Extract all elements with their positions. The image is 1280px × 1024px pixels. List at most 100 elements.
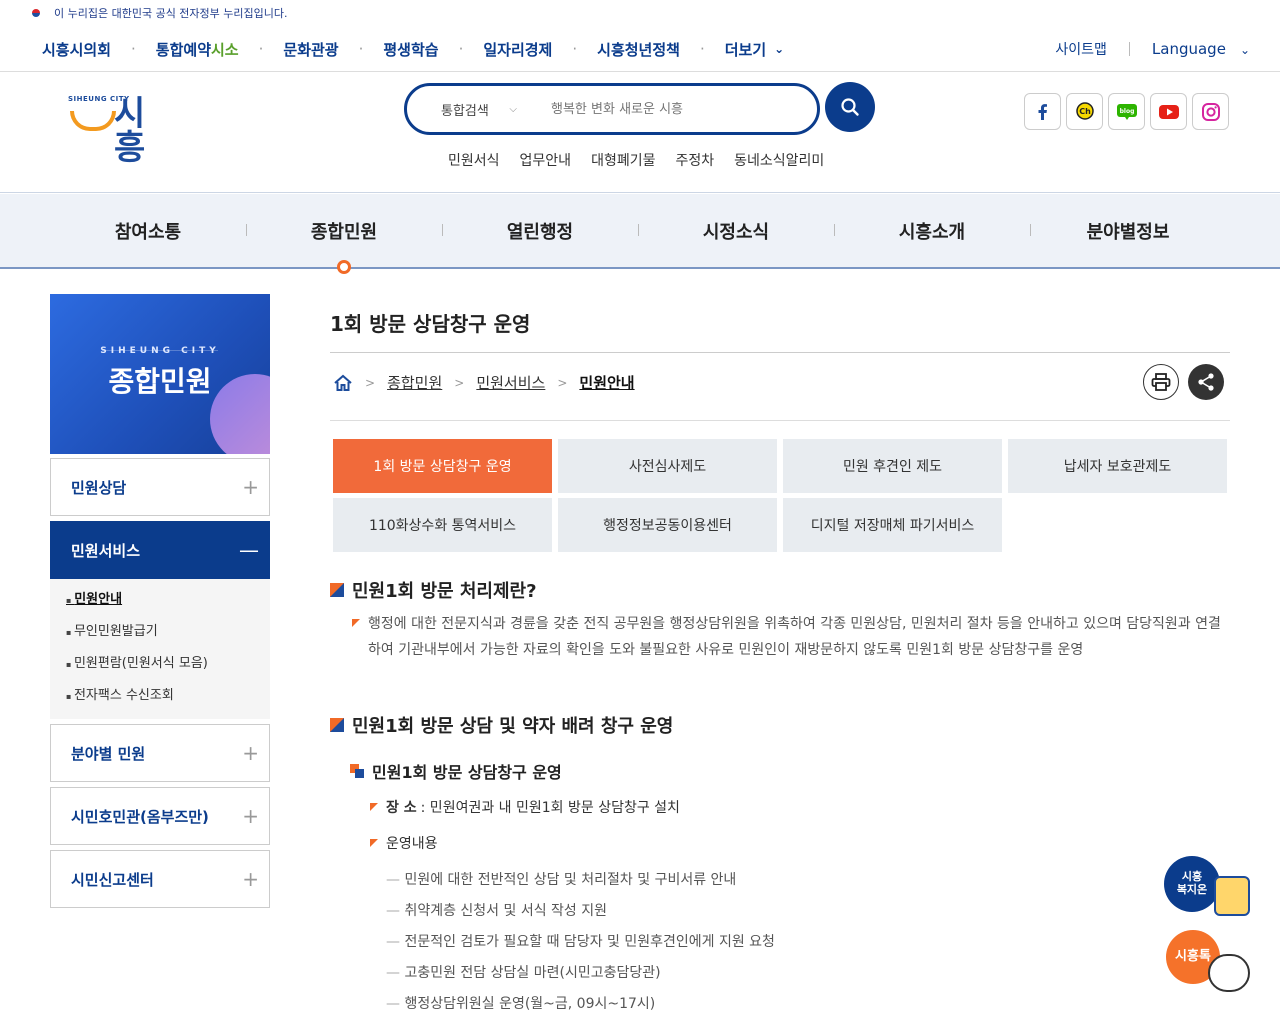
- search-scope-label: 통합검색: [441, 103, 489, 119]
- gnb-item[interactable]: 시흥소개: [834, 218, 1030, 244]
- svg-text:blog: blog: [1119, 108, 1134, 115]
- plus-icon: +: [242, 867, 259, 891]
- welfare-badge: 시흥 복지온: [1164, 856, 1220, 912]
- active-menu-indicator: [337, 260, 351, 274]
- mascot-icon: [1208, 954, 1250, 992]
- util-link-booking[interactable]: 통합예약시소: [111, 39, 239, 60]
- util-right: 사이트맵 Language ⌄: [1055, 26, 1250, 72]
- util-link-label: 평생학습: [383, 40, 439, 59]
- subsection-title-text: 민원1회 방문 상담창구 운영: [372, 763, 562, 782]
- korea-flag-icon: [28, 8, 44, 19]
- util-link-learning[interactable]: 평생학습: [339, 39, 439, 60]
- talk-float-button[interactable]: 시흥톡: [1164, 930, 1254, 996]
- chevron-right-icon: >: [365, 375, 376, 390]
- tab-taxpayer[interactable]: 납세자 보호관제도: [1008, 439, 1227, 493]
- sidebar-banner: SIHEUNG CITY 종합민원: [50, 294, 270, 454]
- sidebar-item-field[interactable]: 분야별 민원 +: [50, 724, 270, 782]
- quick-link[interactable]: 민원서식: [448, 150, 500, 170]
- logo-big-text: 시흥: [114, 94, 146, 168]
- tab-sign-language[interactable]: 110화상수화 통역서비스: [333, 498, 552, 552]
- kakao-channel-icon[interactable]: Ch: [1066, 93, 1103, 130]
- breadcrumb-item[interactable]: 종합민원: [387, 372, 442, 393]
- gnb-item[interactable]: 시정소식: [638, 218, 834, 244]
- subsection-bullet-icon: [350, 764, 364, 778]
- gnb-item[interactable]: 참여소통: [50, 218, 246, 244]
- util-link-council[interactable]: 시흥시의회: [42, 39, 111, 60]
- section-title: 민원1회 방문 처리제란?: [330, 577, 537, 603]
- search-box: 통합검색 ⌵: [404, 83, 820, 135]
- sidebar-item-label: 민원상담: [71, 478, 127, 497]
- search-scope-select[interactable]: 통합검색 ⌵: [407, 100, 531, 119]
- youtube-icon[interactable]: [1150, 93, 1187, 130]
- tab-pre-review[interactable]: 사전심사제도: [558, 439, 777, 493]
- blog-icon[interactable]: blog: [1108, 93, 1145, 130]
- tab-media-destroy[interactable]: 디지털 저장매체 파기서비스: [783, 498, 1002, 552]
- divider: [330, 420, 1230, 421]
- util-link-label: 시흥시의회: [42, 40, 112, 59]
- home-icon[interactable]: [333, 374, 353, 392]
- sidebar-item-ombudsman[interactable]: 시민호민관(옴부즈만) +: [50, 787, 270, 845]
- svg-text:Ch: Ch: [1079, 107, 1091, 116]
- util-link-label: 문화관광: [283, 40, 339, 59]
- language-select[interactable]: Language ⌄: [1152, 40, 1250, 58]
- util-link-jobs[interactable]: 일자리경제: [439, 39, 553, 60]
- sidebar-item-consult[interactable]: 민원상담 +: [50, 458, 270, 516]
- chevron-right-icon: >: [454, 375, 465, 390]
- place-label: 장 소: [386, 800, 417, 816]
- util-link-label: 일자리경제: [483, 40, 553, 59]
- quick-link[interactable]: 주정차: [675, 150, 714, 170]
- util-link-label: 통합예약: [155, 40, 211, 59]
- breadcrumb-current[interactable]: 민원안내: [579, 372, 634, 393]
- quick-link[interactable]: 동네소식알리미: [734, 150, 824, 170]
- share-icon: [1198, 373, 1214, 391]
- util-link-label: 시흥청년정책: [597, 40, 680, 59]
- section-title-text: 민원1회 방문 상담 및 약자 배려 창구 운영: [352, 716, 674, 737]
- gnb-item[interactable]: 분야별정보: [1030, 218, 1226, 244]
- print-button[interactable]: [1143, 364, 1179, 400]
- util-link-more[interactable]: 더보기 ⌄: [680, 39, 784, 60]
- chevron-down-icon: ⌵: [509, 103, 517, 115]
- main-nav: 참여소통 종합민원 열린행정 시정소식 시흥소개 분야별정보: [0, 194, 1280, 269]
- section-bullet-icon: [330, 718, 344, 732]
- section-bullet-icon: [330, 583, 344, 597]
- sidebar-item-service[interactable]: 민원서비스 —: [50, 521, 270, 579]
- tab-one-visit[interactable]: 1회 방문 상담창구 운영: [333, 439, 552, 493]
- gnb-item[interactable]: 종합민원: [246, 218, 442, 244]
- sidebar-subitem-efax[interactable]: 전자팩스 수신조회: [50, 685, 270, 717]
- quick-link[interactable]: 대형폐기물: [591, 150, 655, 170]
- welfare-float-button[interactable]: 시흥 복지온: [1164, 856, 1252, 920]
- util-link-culture[interactable]: 문화관광: [239, 39, 339, 60]
- sidebar-subitem-guide[interactable]: 민원안내: [50, 589, 270, 621]
- plus-icon: +: [242, 804, 259, 828]
- sidebar-item-report[interactable]: 시민신고센터 +: [50, 850, 270, 908]
- sns-links: Ch blog: [1024, 93, 1234, 130]
- list-item: 고충민원 전담 상담실 마련(시민고충담당관): [386, 962, 660, 982]
- gnb-item[interactable]: 열린행정: [442, 218, 638, 244]
- gov-banner: 이 누리집은 대한민국 공식 전자정부 누리집입니다.: [0, 0, 1280, 26]
- plus-icon: +: [242, 475, 259, 499]
- chevron-right-icon: >: [557, 375, 568, 390]
- section-title-text: 민원1회 방문 처리제란?: [352, 581, 537, 602]
- tab-info-sharing[interactable]: 행정정보공동이용센터: [558, 498, 777, 552]
- breadcrumb-item[interactable]: 민원서비스: [476, 372, 545, 393]
- search-button[interactable]: [825, 82, 875, 132]
- ops-label: 운영내용: [386, 836, 438, 852]
- tab-guardian[interactable]: 민원 후견인 제도: [783, 439, 1002, 493]
- sidebar-item-label: 시민호민관(옴부즈만): [71, 807, 209, 826]
- mascot-icon: [1214, 876, 1250, 916]
- sitemap-link[interactable]: 사이트맵: [1055, 39, 1107, 59]
- util-link-youth[interactable]: 시흥청년정책: [552, 39, 680, 60]
- facebook-icon[interactable]: [1024, 93, 1061, 130]
- sidebar-banner-sub: SIHEUNG CITY: [100, 346, 220, 356]
- quick-link[interactable]: 업무안내: [520, 150, 572, 170]
- section-title: 민원1회 방문 상담 및 약자 배려 창구 운영: [330, 712, 673, 738]
- sidebar-item-label: 분야별 민원: [71, 744, 146, 763]
- sidebar-subitem-kiosk[interactable]: 무인민원발급기: [50, 621, 270, 653]
- siheung-logo[interactable]: SIHEUNG CITY 시흥: [68, 91, 168, 165]
- chevron-down-icon: ⌄: [1239, 43, 1250, 57]
- search-input[interactable]: [531, 101, 791, 117]
- sidebar-subitem-forms[interactable]: 민원편람(민원서식 모음): [50, 653, 270, 685]
- minus-icon: —: [239, 538, 259, 562]
- instagram-icon[interactable]: [1192, 93, 1229, 130]
- share-button[interactable]: [1188, 364, 1224, 400]
